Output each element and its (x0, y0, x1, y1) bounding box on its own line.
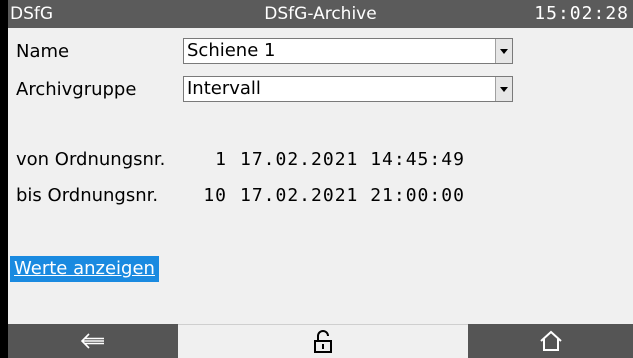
from-order-label: von Ordnungsnr. (16, 149, 166, 170)
chevron-down-icon[interactable] (495, 39, 512, 63)
back-arrow-icon (80, 333, 104, 349)
name-label: Name (16, 41, 70, 62)
to-order-label: bis Ordnungsnr. (16, 185, 159, 206)
home-button[interactable] (468, 324, 633, 358)
footer-bar (8, 324, 633, 358)
to-order-number: 10 (203, 185, 227, 206)
title-bar: DSfG DSfG-Archive 15:02:28 (8, 0, 633, 28)
archivgruppe-dropdown-value: Intervall (187, 78, 261, 99)
from-order-number: 1 (215, 149, 227, 170)
archivgruppe-dropdown[interactable]: Intervall (183, 76, 513, 102)
archivgruppe-label: Archivgruppe (16, 79, 137, 100)
unlock-icon (314, 329, 332, 353)
from-order-datetime: 17.02.2021 14:45:49 (240, 149, 465, 170)
name-dropdown-value: Schiene 1 (187, 40, 276, 61)
unlock-button[interactable] (178, 324, 468, 358)
name-dropdown[interactable]: Schiene 1 (183, 38, 513, 64)
show-values-link[interactable]: Werte anzeigen (10, 256, 159, 282)
back-button[interactable] (8, 324, 178, 358)
screen: DSfG DSfG-Archive 15:02:28 Name Schiene … (8, 0, 633, 358)
clock: 15:02:28 (534, 3, 629, 24)
home-icon (539, 330, 562, 351)
chevron-down-icon[interactable] (495, 77, 512, 101)
to-order-datetime: 17.02.2021 21:00:00 (240, 185, 465, 206)
